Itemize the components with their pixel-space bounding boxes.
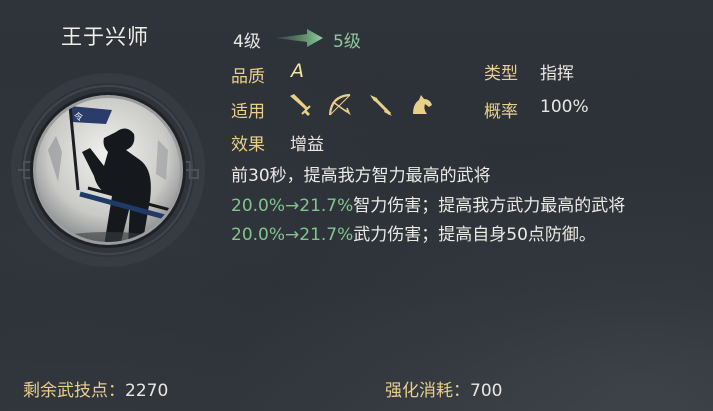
desc-text-2: 智力伤害；提高我方武力最高的武将: [353, 195, 626, 216]
level-arrow-icon: [273, 27, 325, 49]
skill-name: 王于兴师: [61, 25, 149, 49]
effect-value: 增益: [290, 135, 324, 155]
skill-portrait-art: 令: [11, 73, 205, 267]
sword-icon: [286, 92, 312, 118]
remaining-points-label: 剩余武技点：: [23, 381, 125, 401]
rate-value: 100%: [540, 97, 589, 117]
desc-highlight-2: 20.0%→21.7%: [231, 225, 354, 245]
bow-icon: [327, 92, 353, 118]
skill-portrait: 令: [8, 70, 208, 270]
type-value: 指挥: [540, 64, 574, 84]
current-level: 4级: [233, 32, 261, 52]
desc-text-3: 武力伤害；提高自身50点防御。: [353, 225, 596, 245]
next-level: 5级: [333, 32, 361, 52]
applicable-troops: [286, 92, 445, 122]
skill-upgrade-panel: 王于兴师 令 4级 5级 品质 A 类型 指挥 适用 概率 100% 效果 增益…: [0, 0, 713, 411]
desc-text-1: 前30秒，提高我方智力最高的武将: [231, 166, 491, 186]
remaining-points: 剩余武技点：2270: [23, 376, 168, 401]
horse-icon: [409, 92, 435, 118]
svg-text:令: 令: [74, 111, 83, 123]
upgrade-cost-value: 700: [470, 381, 503, 401]
quality-label: 品质: [231, 67, 265, 87]
skill-description: 前30秒，提高我方智力最高的武将 20.0%→21.7%智力伤害；提高我方武力最高…: [231, 162, 691, 251]
upgrade-cost-label: 强化消耗：: [385, 381, 470, 401]
spear-icon: [368, 92, 394, 118]
quality-value: A: [291, 60, 304, 82]
applies-label: 适用: [231, 102, 265, 122]
upgrade-cost: 强化消耗：700: [385, 376, 502, 401]
desc-highlight-1: 20.0%→21.7%: [231, 195, 354, 216]
remaining-points-value: 2270: [125, 381, 169, 401]
rate-label: 概率: [484, 102, 518, 122]
effect-label: 效果: [231, 135, 265, 155]
type-label: 类型: [484, 64, 518, 84]
